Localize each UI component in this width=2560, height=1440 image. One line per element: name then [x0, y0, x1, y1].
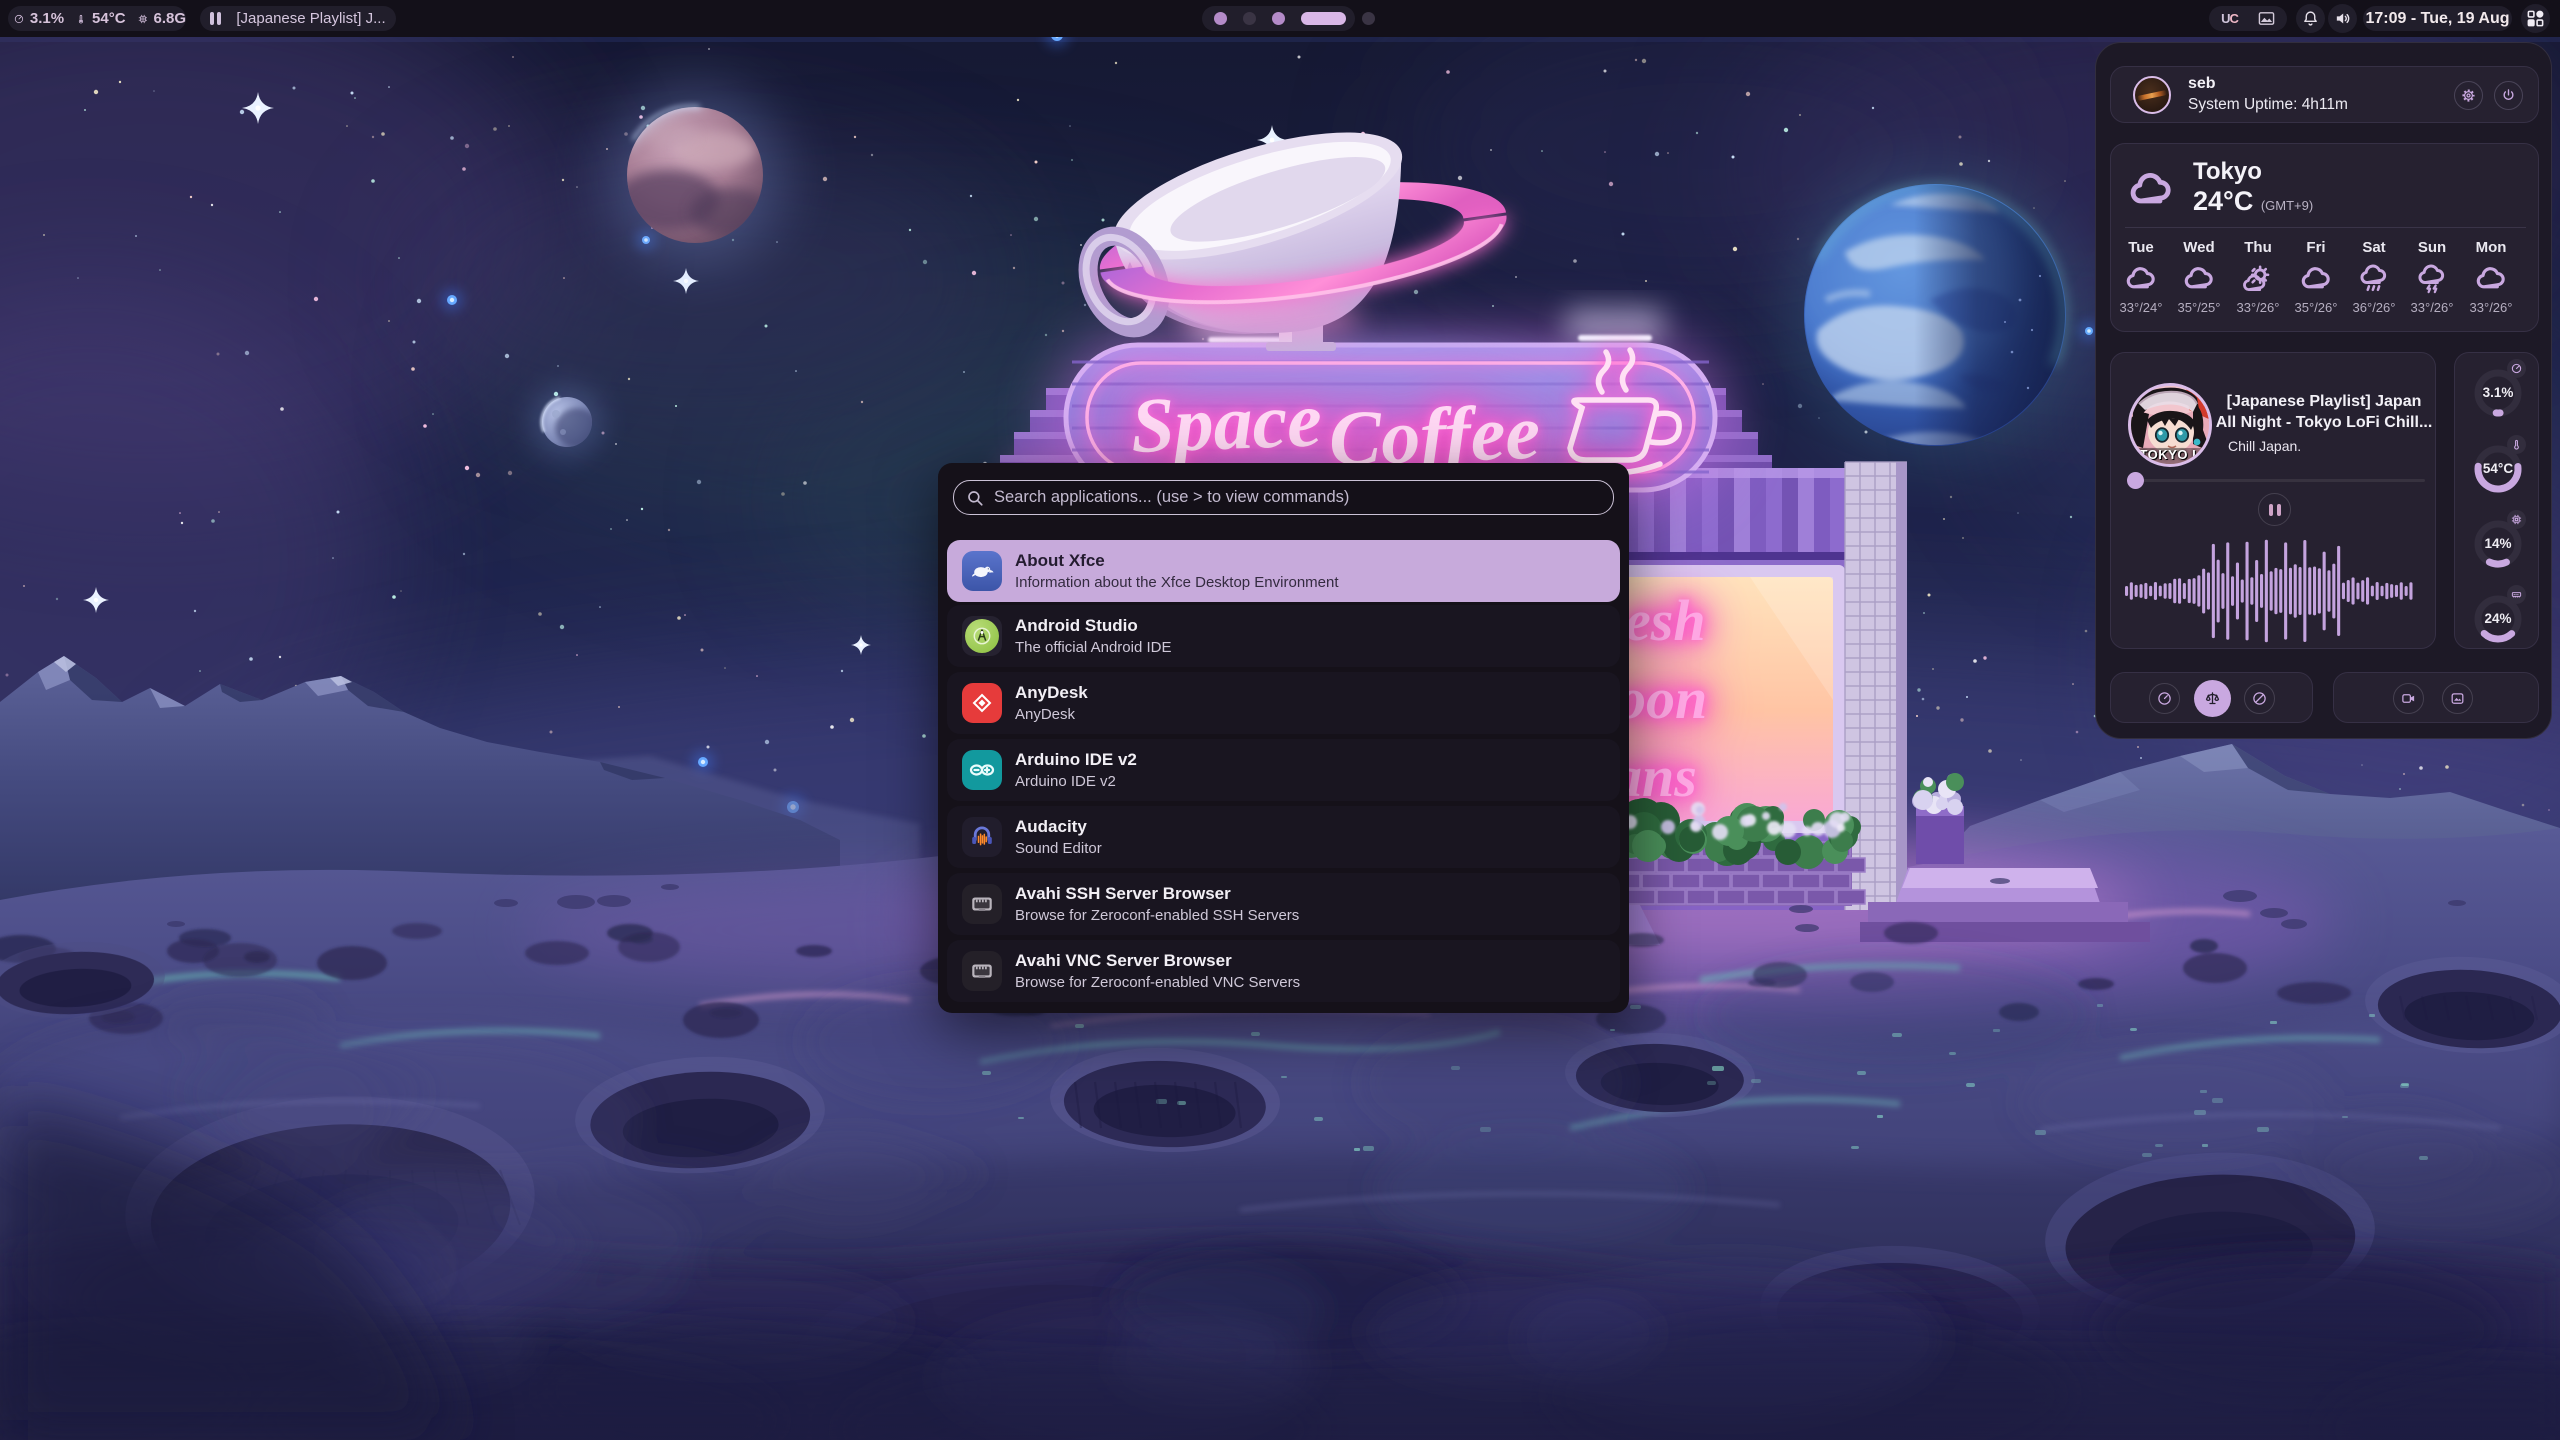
svg-text:esh: esh [1625, 588, 1706, 653]
svg-text:Space: Space [1130, 375, 1324, 469]
svg-text:oon: oon [1617, 666, 1707, 731]
